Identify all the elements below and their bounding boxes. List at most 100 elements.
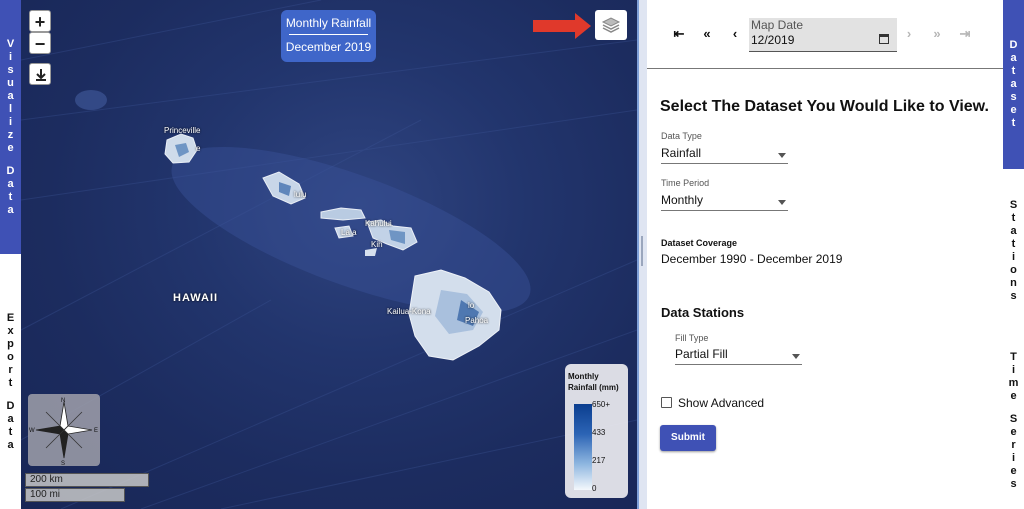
tab-letter: D <box>1009 39 1018 51</box>
tab-letter: n <box>1010 276 1017 289</box>
chevron-down-icon <box>778 153 786 158</box>
legend-tick-0: 0 <box>592 484 597 493</box>
layers-button[interactable] <box>595 10 627 40</box>
first-date-button[interactable]: ⇤ <box>669 26 689 42</box>
tab-letter: e <box>1010 425 1017 438</box>
data-type-select[interactable]: Rainfall <box>661 142 788 164</box>
map-date-label: Map Date <box>751 18 804 32</box>
tab-letter: E <box>6 311 15 324</box>
zoom-out-button[interactable]: − <box>29 32 51 54</box>
tab-letter: t <box>1011 65 1016 77</box>
time-period-select[interactable]: Monthly <box>661 189 788 211</box>
legend-tick-max: 650+ <box>592 400 611 409</box>
fill-type-label: Fill Type <box>675 333 709 343</box>
fill-type-select[interactable]: Partial Fill <box>675 343 802 365</box>
map-view[interactable]: + − Monthly Rainfall December 2019 Princ… <box>21 0 637 509</box>
tab-letter: r <box>1011 438 1016 451</box>
tab-letter: s <box>1010 289 1017 302</box>
tab-letter: a <box>7 438 14 451</box>
tab-letter: i <box>8 50 13 63</box>
tab-letter: i <box>8 115 13 128</box>
download-button[interactable] <box>29 63 51 85</box>
panel-splitter[interactable] <box>637 0 647 509</box>
chevron-down-icon <box>778 200 786 205</box>
tab-letter: m <box>1008 376 1019 389</box>
legend-tick-433: 433 <box>592 428 606 437</box>
show-advanced-checkbox[interactable] <box>661 397 672 408</box>
compass-w: W <box>29 428 35 434</box>
date-navigation: ⇤ « ‹ Map Date 12/2019 › » ⇥ <box>647 0 1003 69</box>
legend-title: Monthly Rainfall (mm) <box>565 364 628 393</box>
scale-bar-km: 200 km <box>25 473 149 487</box>
calendar-icon[interactable] <box>879 34 889 44</box>
tab-letter: a <box>1010 78 1017 90</box>
stations-heading: Data Stations <box>661 305 745 320</box>
label-pahoa: Pahoa <box>465 316 489 325</box>
tab-letter: a <box>7 412 14 425</box>
map-title-divider <box>289 34 368 35</box>
map-date-field[interactable]: Map Date 12/2019 <box>749 18 897 52</box>
last-date-button[interactable]: ⇥ <box>955 26 975 42</box>
tab-letter: z <box>7 128 14 141</box>
tab-letter: a <box>7 177 14 190</box>
tab-letter: i <box>1011 451 1016 464</box>
compass-icon: N S E W <box>29 398 98 467</box>
layers-icon <box>601 17 621 33</box>
tab-stations[interactable]: Stations <box>1003 169 1024 332</box>
label-kihei: Kih <box>371 240 383 249</box>
coverage-value: December 1990 - December 2019 <box>661 252 843 266</box>
tab-letter: u <box>7 76 14 89</box>
tab-visualize-data[interactable]: VisualizeData <box>0 0 21 254</box>
compass-rose: N S E W <box>28 394 100 467</box>
tab-letter: a <box>7 89 14 102</box>
compass-s: S <box>61 461 65 466</box>
tab-letter: e <box>7 141 14 154</box>
dataset-heading: Select The Dataset You Would Like to Vie… <box>660 98 989 115</box>
tab-letter: D <box>6 399 15 412</box>
zoom-in-button[interactable]: + <box>29 10 51 32</box>
tab-export-data[interactable]: ExportData <box>0 254 21 509</box>
previous-date-button[interactable]: ‹ <box>725 26 745 41</box>
tab-letter: o <box>1010 263 1017 276</box>
label-hawaii: HAWAII <box>173 292 219 304</box>
next-year-button[interactable]: » <box>927 26 947 41</box>
control-panel: ⇤ « ‹ Map Date 12/2019 › » ⇥ Select The … <box>647 0 1003 509</box>
map-terrain <box>21 0 637 509</box>
map-date-value[interactable]: 12/2019 <box>751 33 794 47</box>
legend-title-line1: Monthly <box>568 372 599 381</box>
compass-e: E <box>94 428 98 434</box>
download-icon <box>36 69 46 81</box>
tab-letter: i <box>1011 250 1016 263</box>
chevron-down-icon <box>792 354 800 359</box>
tab-letter: s <box>1010 477 1017 490</box>
tab-letter: a <box>7 203 14 216</box>
tab-letter: t <box>8 190 13 203</box>
splitter-grip[interactable] <box>641 236 643 266</box>
time-period-value: Monthly <box>661 193 704 207</box>
legend-color-bar <box>574 404 592 490</box>
map-title-box: Monthly Rainfall December 2019 <box>281 10 376 62</box>
label-kailua-kona: Kailua-Kona <box>387 307 431 316</box>
tab-letter: t <box>1011 237 1016 250</box>
label-hilo: lo <box>468 301 475 310</box>
tab-letter: V <box>6 37 15 50</box>
tab-letter: e <box>1010 464 1017 477</box>
coverage-label: Dataset Coverage <box>661 238 738 248</box>
tab-letter: D <box>6 164 15 177</box>
tab-time-series[interactable]: TimeSeries <box>1003 332 1024 509</box>
previous-year-button[interactable]: « <box>697 26 717 41</box>
compass-n: N <box>61 398 65 404</box>
rainfall-legend: Monthly Rainfall (mm) 650+ 433 217 0 <box>565 364 628 498</box>
map-title-variable: Monthly Rainfall <box>285 16 372 30</box>
tab-letter: p <box>7 337 14 350</box>
tab-dataset[interactable]: Dataset <box>1003 0 1024 169</box>
fill-type-value: Partial Fill <box>675 347 728 361</box>
show-advanced-label[interactable]: Show Advanced <box>678 396 764 410</box>
data-type-label: Data Type <box>661 131 702 141</box>
label-e: e <box>196 144 201 153</box>
tab-letter: t <box>1011 211 1016 224</box>
label-kahului: Kahului <box>365 219 392 228</box>
tab-letter: t <box>8 425 13 438</box>
next-date-button[interactable]: › <box>899 26 919 41</box>
submit-button[interactable]: Submit <box>660 425 716 451</box>
